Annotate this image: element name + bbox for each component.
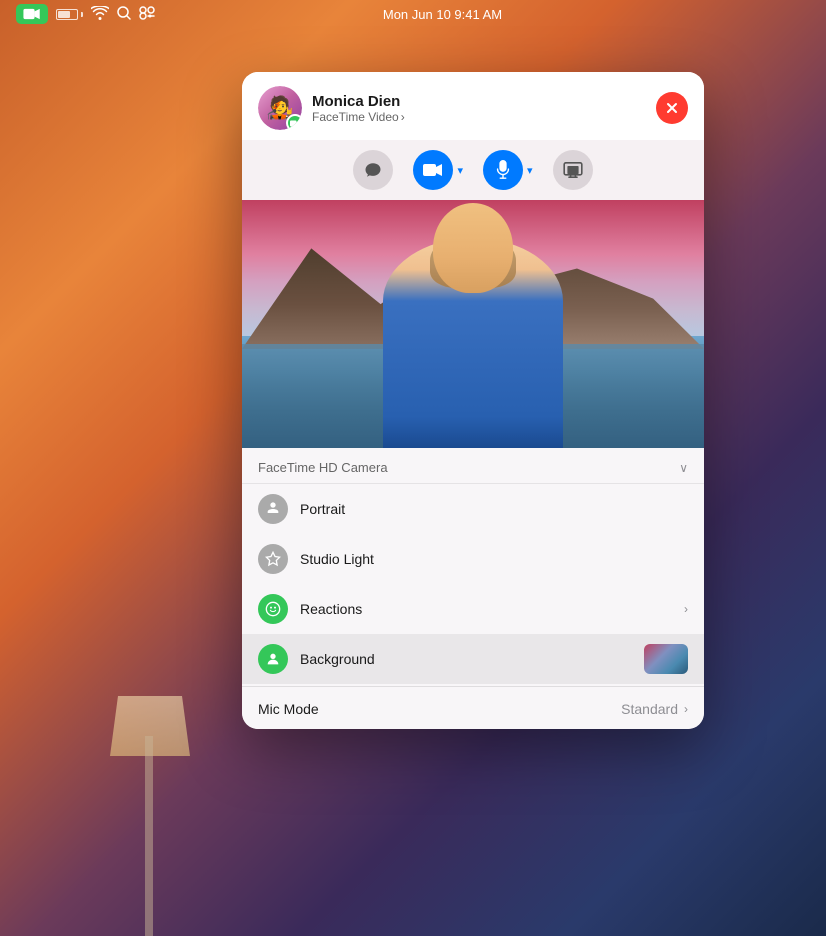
desk-lamp-decoration (100, 636, 220, 936)
avatar-badge (286, 114, 302, 130)
battery-status-icon (56, 9, 83, 20)
contact-name: Monica Dien (312, 93, 646, 110)
control-center-icon[interactable] (139, 6, 155, 23)
background-icon-circle (258, 644, 288, 674)
person-video-overlay (373, 228, 573, 448)
background-menu-item[interactable]: Background (242, 634, 704, 684)
studio-light-icon-circle (258, 544, 288, 574)
reactions-chevron-icon: › (684, 602, 688, 616)
screen-share-icon-circle (553, 150, 593, 190)
mic-mode-value: Standard (621, 701, 678, 717)
camera-dropdown-menu: FaceTime HD Camera ∨ Portrait Studio Lig… (242, 448, 704, 729)
video-area (242, 200, 704, 448)
portrait-label: Portrait (300, 501, 688, 517)
video-chevron-icon: ▾ (457, 164, 463, 177)
reactions-label: Reactions (300, 601, 672, 617)
facetime-window: 🧑‍🎤 Monica Dien FaceTime Video › (242, 72, 704, 729)
video-icon-circle (413, 150, 453, 190)
portrait-menu-item[interactable]: Portrait (242, 484, 704, 534)
menu-divider (242, 686, 704, 687)
camera-title-label: FaceTime HD Camera (258, 460, 388, 475)
person-head (433, 203, 513, 293)
camera-header[interactable]: FaceTime HD Camera ∨ (242, 448, 704, 484)
screen-share-button[interactable] (553, 150, 593, 190)
wifi-icon (91, 6, 109, 23)
controls-bar: ▾ ▾ (242, 140, 704, 200)
mic-mode-chevron-icon: › (684, 702, 688, 716)
contact-info: Monica Dien FaceTime Video › (312, 93, 646, 124)
person-body (383, 238, 563, 448)
menubar: Mon Jun 10 9:41 AM (0, 0, 826, 28)
close-button[interactable] (656, 92, 688, 124)
mic-mode-menu-item[interactable]: Mic Mode Standard › (242, 689, 704, 729)
avatar: 🧑‍🎤 (258, 86, 302, 130)
contact-type: FaceTime Video › (312, 110, 646, 124)
camera-chevron-icon: ∨ (679, 461, 688, 475)
video-button[interactable]: ▾ (413, 150, 463, 190)
mic-mode-label: Mic Mode (258, 701, 621, 717)
search-icon[interactable] (117, 6, 131, 23)
mic-button[interactable]: ▾ (483, 150, 533, 190)
menubar-datetime: Mon Jun 10 9:41 AM (383, 7, 502, 22)
background-label: Background (300, 651, 632, 667)
reactions-icon-circle (258, 594, 288, 624)
message-icon-circle (353, 150, 393, 190)
reactions-menu-item[interactable]: Reactions › (242, 584, 704, 634)
studio-light-label: Studio Light (300, 551, 688, 567)
facetime-header: 🧑‍🎤 Monica Dien FaceTime Video › (242, 72, 704, 140)
mic-chevron-icon: ▾ (527, 164, 533, 177)
facetime-menu-icon[interactable] (16, 4, 48, 24)
message-button[interactable] (353, 150, 393, 190)
studio-light-menu-item[interactable]: Studio Light (242, 534, 704, 584)
portrait-icon-circle (258, 494, 288, 524)
background-thumbnail (644, 644, 688, 674)
mic-icon-circle (483, 150, 523, 190)
